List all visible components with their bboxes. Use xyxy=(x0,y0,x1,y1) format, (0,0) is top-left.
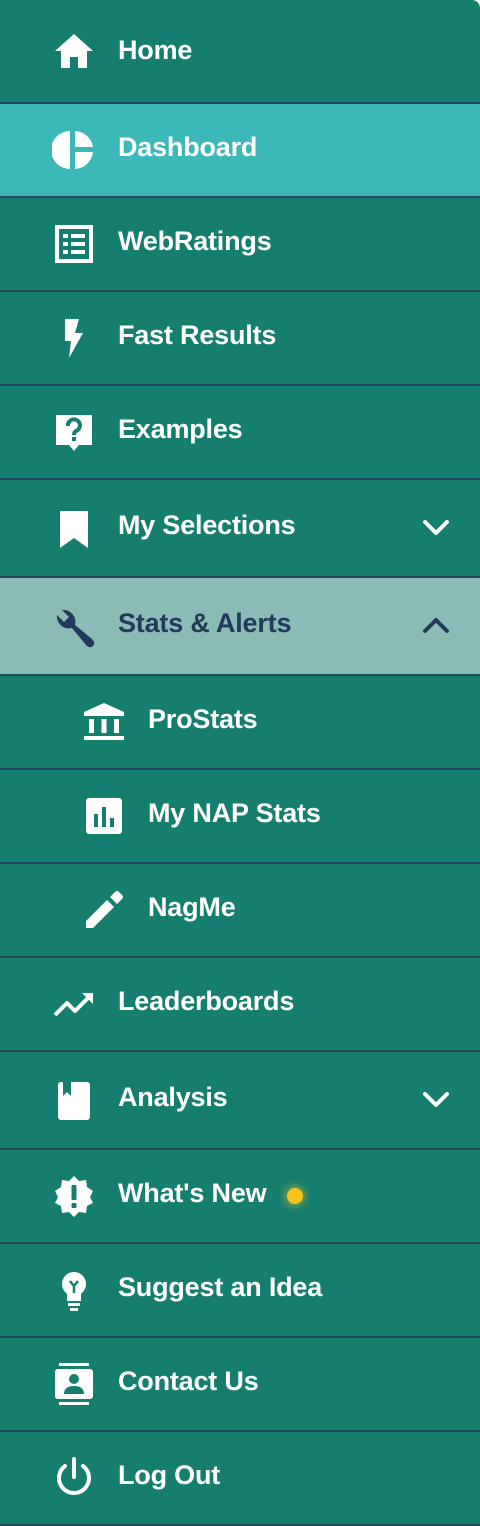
new-indicator-dot xyxy=(287,1188,303,1204)
menu-item-analysis[interactable]: Analysis xyxy=(0,1052,480,1150)
menu-label-dashboard: Dashboard xyxy=(118,132,258,162)
menu-item-examples[interactable]: Examples xyxy=(0,386,480,480)
bar-chart-box-icon xyxy=(82,794,126,838)
alert-badge-icon xyxy=(52,1174,96,1218)
pie-chart-icon xyxy=(52,128,96,172)
pencil-icon xyxy=(82,888,126,932)
menu-item-fast-results[interactable]: Fast Results xyxy=(0,292,480,386)
chevron-up-icon[interactable] xyxy=(418,608,454,644)
menu-label-stats-alerts: Stats & Alerts xyxy=(118,608,292,638)
menu-item-whats-new[interactable]: What's New xyxy=(0,1150,480,1244)
sidebar-menu: Home Dashboard WebRatings Fast Results E… xyxy=(0,0,480,1526)
menu-label-webratings: WebRatings xyxy=(118,226,272,256)
menu-label-leaderboards: Leaderboards xyxy=(118,986,295,1016)
lightning-bolt-icon xyxy=(52,316,96,360)
menu-item-my-nap-stats[interactable]: My NAP Stats xyxy=(0,770,480,864)
menu-item-nagme[interactable]: NagMe xyxy=(0,864,480,958)
lightbulb-icon xyxy=(52,1268,96,1312)
menu-item-home[interactable]: Home xyxy=(0,0,480,104)
menu-item-leaderboards[interactable]: Leaderboards xyxy=(0,958,480,1052)
book-icon xyxy=(52,1079,96,1123)
contact-card-icon xyxy=(52,1362,96,1406)
wrench-icon xyxy=(52,605,96,649)
menu-label-my-selections: My Selections xyxy=(118,510,296,540)
menu-label-prostats: ProStats xyxy=(148,704,258,734)
menu-item-dashboard[interactable]: Dashboard xyxy=(0,104,480,198)
bank-icon xyxy=(82,700,126,744)
menu-item-webratings[interactable]: WebRatings xyxy=(0,198,480,292)
menu-item-suggest-idea[interactable]: Suggest an Idea xyxy=(0,1244,480,1338)
chevron-down-icon[interactable] xyxy=(418,510,454,546)
menu-label-examples: Examples xyxy=(118,414,243,444)
menu-label-contact-us: Contact Us xyxy=(118,1366,259,1396)
power-icon xyxy=(52,1456,96,1500)
question-bubble-icon xyxy=(52,410,96,454)
trending-up-icon xyxy=(52,982,96,1026)
menu-label-home: Home xyxy=(118,35,193,65)
menu-item-stats-alerts[interactable]: Stats & Alerts xyxy=(0,578,480,676)
menu-label-my-nap-stats: My NAP Stats xyxy=(148,798,321,828)
bookmark-icon xyxy=(52,507,96,551)
menu-label-analysis: Analysis xyxy=(118,1082,228,1112)
menu-label-suggest-idea: Suggest an Idea xyxy=(118,1272,323,1302)
home-icon xyxy=(52,29,96,73)
menu-item-prostats[interactable]: ProStats xyxy=(0,676,480,770)
menu-label-nagme: NagMe xyxy=(148,892,236,922)
menu-label-fast-results: Fast Results xyxy=(118,320,277,350)
menu-label-whats-new: What's New xyxy=(118,1178,267,1208)
list-alt-icon xyxy=(52,222,96,266)
menu-item-contact-us[interactable]: Contact Us xyxy=(0,1338,480,1432)
menu-item-my-selections[interactable]: My Selections xyxy=(0,480,480,578)
menu-item-log-out[interactable]: Log Out xyxy=(0,1432,480,1526)
menu-label-log-out: Log Out xyxy=(118,1460,221,1490)
chevron-down-icon[interactable] xyxy=(418,1082,454,1118)
